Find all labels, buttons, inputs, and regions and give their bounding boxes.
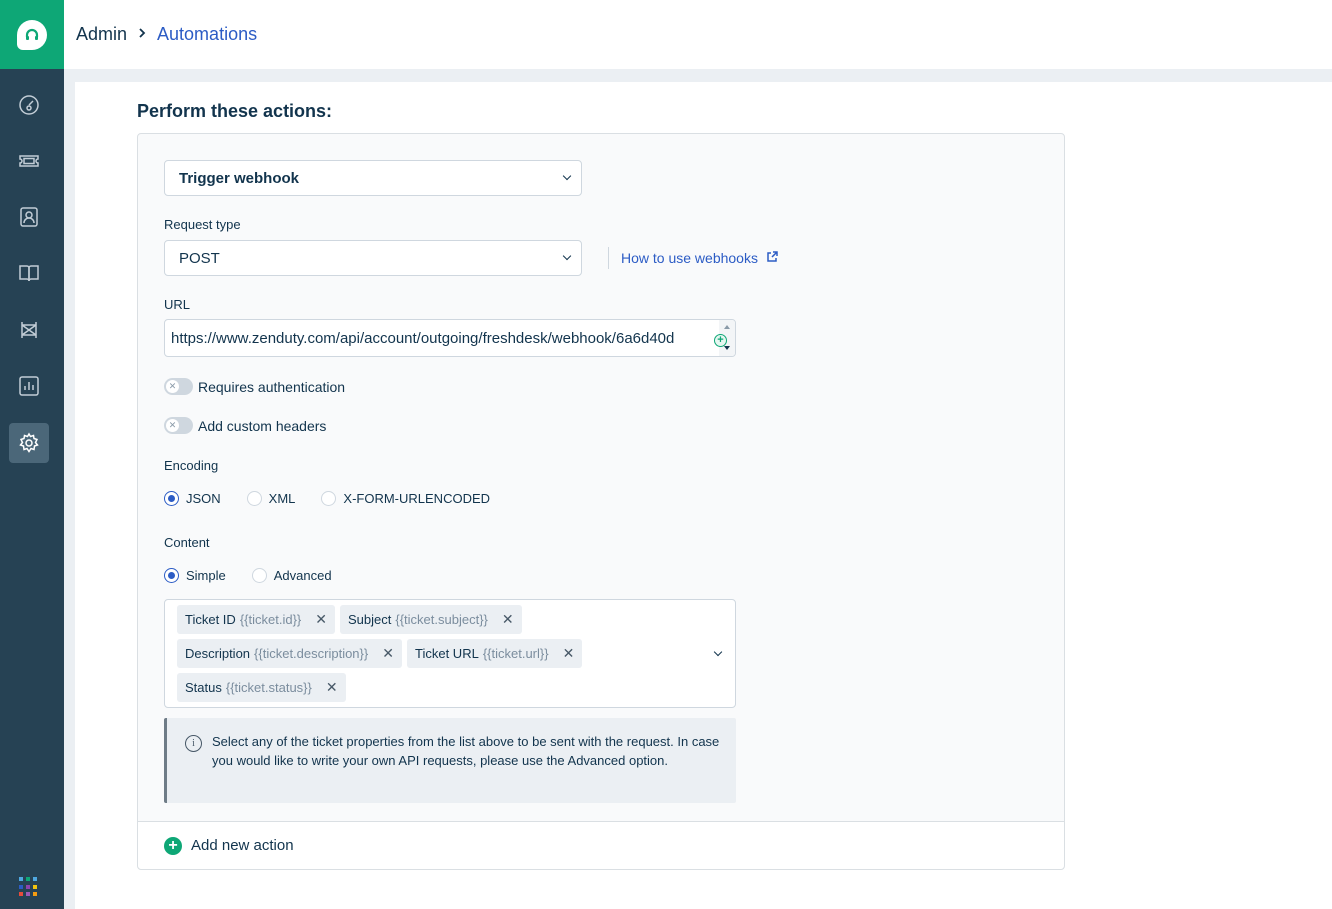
reports-icon	[19, 376, 39, 396]
request-type-label: Request type	[164, 217, 241, 232]
action-card: Trigger webhook Request type POST How to…	[137, 133, 1065, 870]
remove-tag-icon[interactable]: ✕	[563, 645, 575, 662]
content-label: Content	[164, 535, 210, 550]
url-label: URL	[164, 297, 191, 312]
tag-placeholder: {{ticket.subject}}	[395, 612, 488, 627]
encoding-json-radio[interactable]: JSON	[164, 491, 221, 506]
nav-admin[interactable]	[9, 423, 49, 463]
external-link-icon	[758, 250, 778, 266]
tag-placeholder: {{ticket.url}}	[482, 646, 549, 661]
dashboard-icon	[19, 95, 39, 115]
tag-placeholder: {{ticket.id}}	[239, 612, 302, 627]
info-callout: i Select any of the ticket properties fr…	[164, 718, 736, 803]
content-simple-label: Simple	[186, 568, 226, 583]
info-icon: i	[185, 735, 202, 752]
add-new-action-label: Add new action	[191, 837, 294, 854]
custom-headers-toggle[interactable]: ✕	[164, 417, 193, 434]
encoding-form-label: X-FORM-URLENCODED	[343, 491, 491, 506]
content-radio-group: Simple Advanced	[164, 568, 358, 583]
action-type-value: Trigger webhook	[179, 169, 300, 187]
nav-dashboard[interactable]	[9, 85, 49, 125]
content-advanced-radio[interactable]: Advanced	[251, 568, 332, 583]
tag-ticket-url: Ticket URL {{ticket.url}} ✕	[407, 639, 583, 668]
scroll-up-icon[interactable]	[724, 325, 730, 329]
ticket-icon	[19, 155, 39, 167]
url-value: https://www.zenduty.com/api/account/outg…	[171, 330, 675, 347]
tag-status: Status {{ticket.status}} ✕	[177, 673, 346, 702]
info-text: Select any of the ticket properties from…	[212, 734, 720, 768]
breadcrumb-automations[interactable]: Automations	[157, 24, 257, 45]
ticket-properties-multiselect[interactable]: Ticket ID {{ticket.id}} ✕ Subject {{tick…	[164, 599, 736, 708]
plus-circle-icon: +	[164, 836, 182, 855]
url-input[interactable]: https://www.zenduty.com/api/account/outg…	[164, 319, 736, 357]
headset-icon	[17, 19, 47, 50]
contacts-icon	[20, 207, 38, 227]
encoding-xml-label: XML	[268, 491, 296, 506]
tag-subject: Subject {{ticket.subject}} ✕	[340, 605, 522, 634]
how-to-use-webhooks-link[interactable]: How to use webhooks	[608, 247, 778, 269]
nav-reports[interactable]	[9, 366, 49, 406]
tag-name: Description	[185, 646, 251, 661]
chevron-down-icon	[562, 171, 572, 181]
top-header: Admin Automations	[64, 0, 1332, 69]
custom-headers-label: Add custom headers	[198, 417, 327, 434]
content-simple-radio[interactable]: Simple	[164, 568, 226, 583]
help-link-label: How to use webhooks	[621, 250, 758, 266]
remove-tag-icon[interactable]: ✕	[326, 679, 338, 696]
sidebar	[0, 0, 64, 909]
nav-solutions[interactable]	[9, 253, 49, 293]
section-title: Perform these actions:	[137, 101, 333, 121]
encoding-radio-group: JSON XML X-FORM-URLENCODED	[164, 491, 516, 506]
radio-checked-icon	[164, 568, 179, 583]
encoding-xml-radio[interactable]: XML	[246, 491, 296, 506]
scroll-down-icon[interactable]	[724, 346, 730, 350]
encoding-label: Encoding	[164, 458, 219, 473]
radio-unchecked-icon	[251, 568, 267, 583]
tag-name: Ticket ID	[185, 612, 236, 627]
admin-gear-icon	[19, 432, 39, 453]
custom-headers-row: ✕ Add custom headers	[164, 417, 326, 434]
requires-auth-row: ✕ Requires authentication	[164, 378, 345, 395]
tag-ticket-id: Ticket ID {{ticket.id}} ✕	[177, 605, 335, 634]
toggle-off-icon: ✕	[166, 380, 179, 393]
nav-tickets[interactable]	[9, 141, 49, 181]
content-advanced-label: Advanced	[273, 568, 332, 583]
remove-tag-icon[interactable]: ✕	[502, 611, 514, 628]
chevron-down-icon[interactable]	[713, 647, 723, 657]
tag-name: Status	[185, 680, 222, 695]
main-content: Perform these actions: Trigger webhook R…	[75, 82, 1332, 909]
tag-placeholder: {{ticket.status}}	[225, 680, 312, 695]
requires-auth-label: Requires authentication	[198, 378, 346, 395]
insert-placeholder-icon[interactable]: +	[714, 334, 727, 347]
encoding-json-label: JSON	[186, 491, 221, 506]
nav-forums[interactable]	[9, 310, 49, 350]
encoding-form-radio[interactable]: X-FORM-URLENCODED	[321, 491, 490, 506]
remove-tag-icon[interactable]: ✕	[382, 645, 394, 662]
apps-grid-icon[interactable]	[19, 877, 39, 897]
forums-icon	[21, 322, 37, 338]
add-new-action-row[interactable]: + Add new action	[138, 821, 1064, 869]
toggle-off-icon: ✕	[166, 419, 179, 432]
tag-description: Description {{ticket.description}} ✕	[177, 639, 402, 668]
request-type-select[interactable]: POST	[164, 240, 582, 276]
radio-unchecked-icon	[321, 491, 337, 506]
breadcrumb-admin[interactable]: Admin	[76, 24, 127, 45]
freshdesk-logo[interactable]	[0, 0, 64, 69]
request-type-value: POST	[179, 249, 220, 267]
action-type-select[interactable]: Trigger webhook	[164, 160, 582, 196]
tag-name: Ticket URL	[415, 646, 479, 661]
remove-tag-icon[interactable]: ✕	[315, 611, 327, 628]
chevron-down-icon	[562, 251, 572, 261]
requires-auth-toggle[interactable]: ✕	[164, 378, 193, 395]
nav-contacts[interactable]	[9, 197, 49, 237]
tag-name: Subject	[348, 612, 392, 627]
radio-unchecked-icon	[246, 491, 262, 506]
chevron-right-icon	[137, 26, 147, 44]
solutions-book-icon	[19, 265, 39, 282]
tag-placeholder: {{ticket.description}}	[254, 646, 369, 661]
radio-checked-icon	[164, 491, 179, 506]
